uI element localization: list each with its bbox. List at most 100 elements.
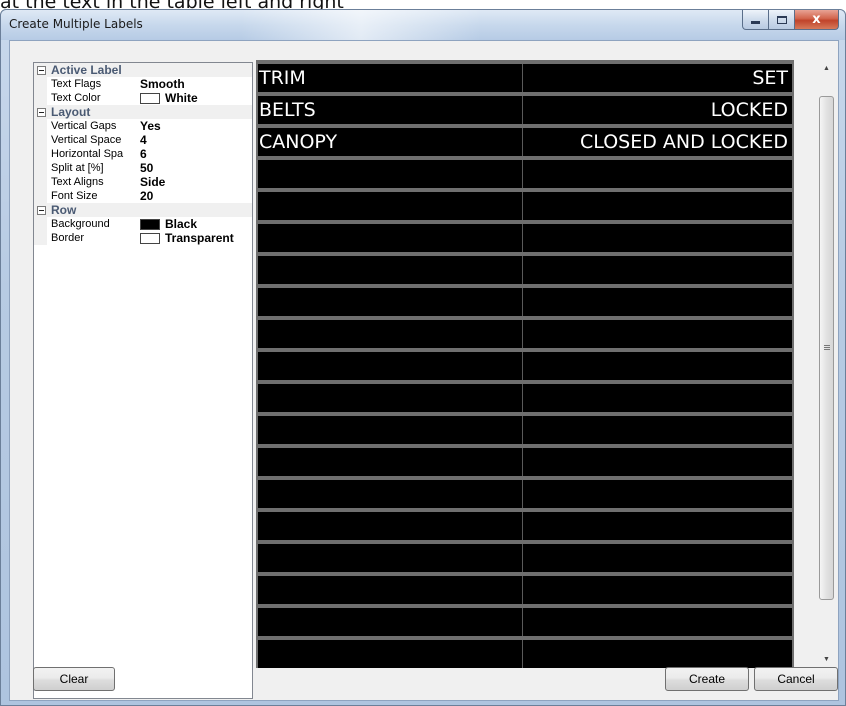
property-row[interactable]: Horizontal Spa 6	[34, 147, 252, 161]
preview-row[interactable]	[258, 640, 792, 668]
property-name: Background	[51, 218, 110, 230]
close-button[interactable]: x	[795, 10, 839, 30]
preview-row[interactable]: TRIM SET	[258, 64, 792, 92]
split-divider	[522, 512, 523, 540]
property-row[interactable]: Split at [%] 50	[34, 161, 252, 175]
preview-row[interactable]	[258, 192, 792, 220]
collapse-toggle-icon[interactable]	[37, 206, 46, 215]
property-value[interactable]: Black	[165, 217, 197, 231]
property-row[interactable]: Vertical Gaps Yes	[34, 119, 252, 133]
category-label: Layout	[51, 105, 91, 119]
minimize-button[interactable]	[742, 10, 769, 30]
property-gutter	[34, 91, 47, 105]
color-swatch	[140, 233, 160, 244]
split-divider	[522, 544, 523, 572]
maximize-button[interactable]	[769, 10, 795, 30]
split-divider	[522, 288, 523, 316]
preview-row[interactable]	[258, 256, 792, 284]
property-value[interactable]: 6	[140, 147, 147, 161]
preview-row[interactable]	[258, 448, 792, 476]
cancel-button[interactable]: Cancel	[754, 667, 838, 691]
property-value[interactable]: Transparent	[165, 231, 234, 245]
preview-row[interactable]: BELTS LOCKED	[258, 96, 792, 124]
color-swatch	[140, 219, 160, 230]
property-value[interactable]: Side	[140, 175, 165, 189]
row-left-text: BELTS	[259, 99, 316, 121]
property-category[interactable]: Layout	[34, 105, 252, 119]
collapse-toggle-icon[interactable]	[37, 108, 46, 117]
create-button[interactable]: Create	[665, 667, 749, 691]
property-category[interactable]: Active Label	[34, 63, 252, 77]
preview-row[interactable]	[258, 608, 792, 636]
property-gutter	[34, 161, 47, 175]
property-row[interactable]: Text Aligns Side	[34, 175, 252, 189]
split-divider	[522, 192, 523, 220]
property-gutter	[34, 175, 47, 189]
property-name: Border	[51, 232, 85, 244]
caption-buttons: x	[742, 10, 839, 30]
preview-row[interactable]	[258, 416, 792, 444]
split-divider	[522, 64, 523, 92]
property-value[interactable]: Smooth	[140, 77, 185, 91]
title-bar[interactable]: Create Multiple Labels x	[1, 10, 845, 40]
split-divider	[522, 608, 523, 636]
preview-scrollbar[interactable]: ▲ ▼	[818, 60, 835, 668]
property-grid[interactable]: Active Label Text Flags Smooth Text Color Wh…	[33, 62, 253, 699]
property-value[interactable]: 4	[140, 133, 147, 147]
scrollbar-grip-icon	[824, 345, 830, 350]
property-row[interactable]: Background Black	[34, 217, 252, 231]
split-divider	[522, 576, 523, 604]
split-divider	[522, 320, 523, 348]
scrollbar-thumb[interactable]	[819, 96, 834, 600]
property-category[interactable]: Row	[34, 203, 252, 217]
split-divider	[522, 224, 523, 252]
category-label: Active Label	[51, 63, 122, 77]
property-value[interactable]: White	[165, 91, 198, 105]
clear-button[interactable]: Clear	[33, 667, 115, 691]
preview-row[interactable]	[258, 320, 792, 348]
property-name: Font Size	[51, 190, 98, 202]
label-preview-table[interactable]: TRIM SET BELTS LOCKED CANOPY CLOSED AND LOCKE…	[256, 60, 794, 668]
split-divider	[522, 128, 523, 156]
property-value[interactable]: 20	[140, 189, 153, 203]
preview-row[interactable]	[258, 352, 792, 380]
property-row[interactable]: Font Size 20	[34, 189, 252, 203]
property-value[interactable]: 50	[140, 161, 153, 175]
minimize-icon	[751, 21, 760, 24]
title-bar-glow	[241, 10, 481, 40]
scroll-down-arrow-icon[interactable]: ▼	[818, 651, 835, 668]
preview-row[interactable]	[258, 480, 792, 508]
property-gutter	[34, 189, 47, 203]
property-gutter	[34, 147, 47, 161]
property-row[interactable]: Text Flags Smooth	[34, 77, 252, 91]
preview-row[interactable]	[258, 288, 792, 316]
property-row[interactable]: Border Transparent	[34, 231, 252, 245]
property-gutter	[34, 77, 47, 91]
collapse-toggle-icon[interactable]	[37, 66, 46, 75]
split-divider	[522, 256, 523, 284]
scroll-up-arrow-icon[interactable]: ▲	[818, 60, 835, 77]
split-divider	[522, 352, 523, 380]
split-divider	[522, 96, 523, 124]
row-right-text: CLOSED AND LOCKED	[580, 131, 788, 153]
property-gutter	[34, 133, 47, 147]
row-right-text: SET	[752, 67, 788, 89]
preview-row[interactable]	[258, 512, 792, 540]
property-gutter	[34, 231, 47, 245]
preview-row[interactable]	[258, 544, 792, 572]
window-title: Create Multiple Labels	[9, 17, 143, 31]
preview-row[interactable]: CANOPY CLOSED AND LOCKED	[258, 128, 792, 156]
preview-row[interactable]	[258, 576, 792, 604]
preview-row[interactable]	[258, 160, 792, 188]
preview-row[interactable]	[258, 384, 792, 412]
property-row[interactable]: Vertical Space 4	[34, 133, 252, 147]
split-divider	[522, 416, 523, 444]
property-value[interactable]: Yes	[140, 119, 161, 133]
split-divider	[522, 448, 523, 476]
preview-row[interactable]	[258, 224, 792, 252]
row-right-text: LOCKED	[710, 99, 788, 121]
split-divider	[522, 640, 523, 668]
color-swatch	[140, 93, 160, 104]
property-row[interactable]: Text Color White	[34, 91, 252, 105]
property-name: Vertical Gaps	[51, 120, 117, 132]
